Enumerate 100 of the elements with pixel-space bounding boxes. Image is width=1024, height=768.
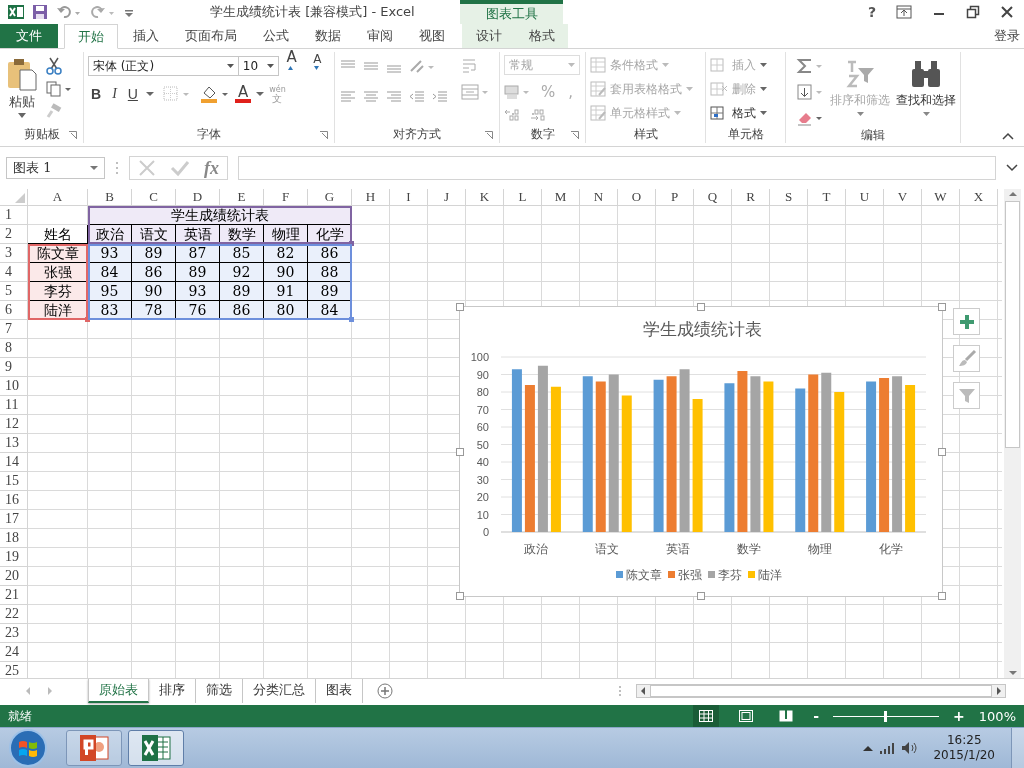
resize-handle[interactable]	[456, 592, 464, 600]
paste-button[interactable]: 粘贴	[4, 55, 40, 125]
add-sheet-icon[interactable]	[377, 683, 393, 699]
align-icon[interactable]	[362, 88, 380, 104]
row-header[interactable]: 2	[0, 225, 28, 244]
view-button[interactable]	[693, 705, 720, 727]
row-header[interactable]: 18	[0, 529, 28, 548]
horizontal-scrollbar[interactable]	[636, 684, 1006, 698]
vertical-scrollbar[interactable]	[1004, 189, 1021, 678]
chart-filters-button[interactable]	[953, 382, 980, 409]
fill-down-icon[interactable]	[796, 83, 824, 101]
font-name-field[interactable]: 宋体 (正文)	[88, 56, 239, 76]
insert-function-button[interactable]: fx	[204, 157, 219, 179]
clock-time[interactable]: 16:25	[946, 733, 982, 748]
ribbon-tab[interactable]: 公式	[250, 24, 302, 48]
save-icon[interactable]	[32, 4, 48, 20]
show-desktop-button[interactable]	[1011, 728, 1024, 768]
ribbon-tab[interactable]: 插入	[120, 24, 172, 48]
bold-button[interactable]: B	[88, 86, 105, 102]
previous-sheet-icon[interactable]	[24, 686, 32, 696]
column-header[interactable]: F	[264, 189, 308, 206]
row-header[interactable]: 8	[0, 339, 28, 358]
column-header[interactable]: S	[770, 189, 808, 206]
resize-handle[interactable]	[697, 303, 705, 311]
row-header[interactable]: 10	[0, 377, 28, 396]
row-header[interactable]: 7	[0, 320, 28, 339]
sheet-tab[interactable]: 筛选	[196, 679, 243, 703]
row-header[interactable]: 15	[0, 472, 28, 491]
sign-in-link[interactable]: 登录	[994, 24, 1024, 48]
ribbon-tab[interactable]: 视图	[406, 24, 458, 48]
tray-expand-icon[interactable]	[863, 745, 874, 751]
name-box[interactable]: 图表 1	[6, 157, 105, 179]
dialog-launcher-icon[interactable]	[69, 131, 77, 139]
fill-color-icon[interactable]	[199, 85, 230, 103]
column-header[interactable]: L	[504, 189, 542, 206]
increase-decimal-icon[interactable]	[504, 108, 522, 122]
expand-icon[interactable]	[1006, 164, 1018, 172]
row-header[interactable]: 16	[0, 491, 28, 510]
collapse-ribbon-icon[interactable]	[1002, 132, 1014, 140]
close-icon[interactable]	[1000, 5, 1014, 19]
chart-elements-button[interactable]	[953, 308, 980, 335]
column-header[interactable]: U	[846, 189, 884, 206]
increase-indent-icon[interactable]	[431, 88, 449, 104]
copy-icon[interactable]	[46, 81, 72, 97]
caret-icon[interactable]	[256, 92, 265, 96]
column-header[interactable]: D	[176, 189, 220, 206]
column-header[interactable]: V	[884, 189, 922, 206]
formula-input[interactable]	[238, 156, 996, 180]
undo-icon[interactable]	[56, 4, 82, 20]
underline-button[interactable]: U	[124, 86, 141, 102]
resize-handle[interactable]	[938, 447, 946, 456]
column-header[interactable]: A	[28, 189, 88, 206]
speaker-icon[interactable]	[901, 741, 918, 755]
chart[interactable]: 学生成绩统计表 0 10 20 30 40 50 60 70 80 90 100 政治 语文 英语 数学 物理 化学 陈文章 张强 李芬 陆洋	[459, 306, 943, 597]
dialog-launcher-icon[interactable]	[320, 131, 328, 139]
row-header[interactable]: 20	[0, 567, 28, 586]
autosum-icon[interactable]	[796, 57, 824, 75]
row-header[interactable]: 12	[0, 415, 28, 434]
column-header[interactable]: Q	[694, 189, 732, 206]
ribbon-tab[interactable]: 设计	[462, 24, 515, 48]
column-header[interactable]: T	[808, 189, 846, 206]
chart-styles-button[interactable]	[953, 345, 980, 372]
help-button[interactable]: ?	[867, 4, 876, 20]
column-header[interactable]: H	[352, 189, 390, 206]
dialog-launcher-icon[interactable]	[571, 131, 579, 139]
font-color-button[interactable]: A	[234, 85, 252, 103]
taskbar-app-button[interactable]	[66, 730, 122, 766]
column-header[interactable]: C	[132, 189, 176, 206]
ribbon-display-icon[interactable]	[896, 5, 912, 19]
column-header[interactable]: N	[580, 189, 618, 206]
ribbon-tab[interactable]: 数据	[302, 24, 354, 48]
column-header[interactable]: I	[390, 189, 428, 206]
column-header[interactable]: E	[220, 189, 264, 206]
row-header[interactable]: 14	[0, 453, 28, 472]
zoom-slider-thumb[interactable]	[884, 710, 888, 722]
row-header[interactable]: 3	[0, 244, 28, 263]
zoom-out-button[interactable]: -	[813, 708, 820, 724]
sheet-tab[interactable]: 原始表	[88, 679, 149, 703]
enter-icon[interactable]	[170, 159, 190, 177]
taskbar-app-button[interactable]	[128, 730, 184, 766]
scroll-down-icon[interactable]	[1008, 670, 1017, 676]
column-header[interactable]: J	[428, 189, 466, 206]
italic-button[interactable]: I	[109, 86, 120, 102]
resize-handle[interactable]	[456, 303, 464, 311]
select-all-icon[interactable]	[15, 193, 25, 203]
column-header[interactable]: G	[308, 189, 352, 206]
row-header[interactable]: 22	[0, 605, 28, 624]
ribbon-tab[interactable]: 审阅	[354, 24, 406, 48]
orientation-icon[interactable]	[408, 58, 436, 74]
resize-handle[interactable]	[456, 447, 464, 456]
clock-date[interactable]: 2015/1/20	[933, 748, 995, 763]
row-header[interactable]: 13	[0, 434, 28, 453]
sheet-tab[interactable]: 图表	[316, 679, 363, 703]
ribbon-tab[interactable]: 文件	[0, 24, 58, 48]
signal-icon[interactable]	[879, 741, 896, 755]
wrap-text-icon[interactable]	[461, 57, 479, 75]
column-header[interactable]: O	[618, 189, 656, 206]
row-header[interactable]: 21	[0, 586, 28, 605]
restore-icon[interactable]	[966, 5, 980, 19]
grow-font-button[interactable]: A	[283, 48, 306, 84]
